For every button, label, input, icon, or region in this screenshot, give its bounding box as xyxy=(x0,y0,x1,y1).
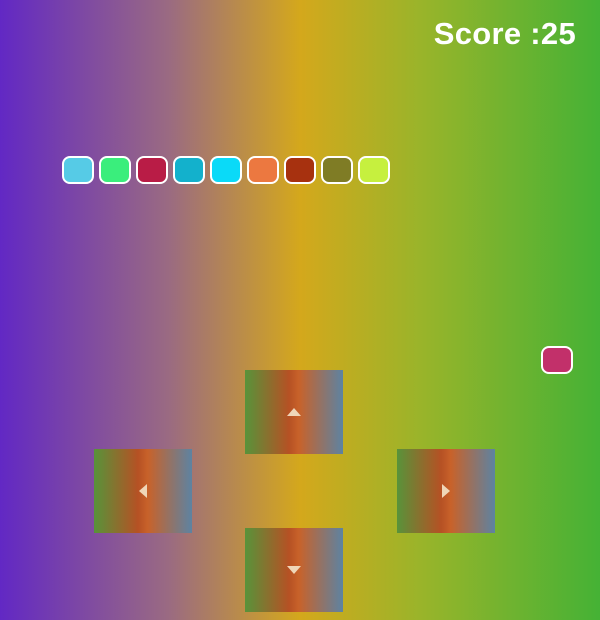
snake-segment xyxy=(99,156,131,184)
snake-segment xyxy=(358,156,390,184)
snake-segment xyxy=(284,156,316,184)
snake-segment xyxy=(136,156,168,184)
snake-segment xyxy=(247,156,279,184)
down-button[interactable] xyxy=(245,528,343,612)
snake-head xyxy=(62,156,94,184)
up-button[interactable] xyxy=(245,370,343,454)
snake-segment xyxy=(321,156,353,184)
left-button[interactable] xyxy=(94,449,192,533)
triangle-right-icon xyxy=(442,484,450,498)
game-board: Score :25 xyxy=(0,0,600,620)
snake-segment xyxy=(173,156,205,184)
triangle-up-icon xyxy=(287,408,301,416)
right-button[interactable] xyxy=(397,449,495,533)
triangle-down-icon xyxy=(287,566,301,574)
score-display: Score :25 xyxy=(433,16,576,51)
snake-segment xyxy=(210,156,242,184)
triangle-left-icon xyxy=(139,484,147,498)
food-pellet xyxy=(541,346,573,374)
